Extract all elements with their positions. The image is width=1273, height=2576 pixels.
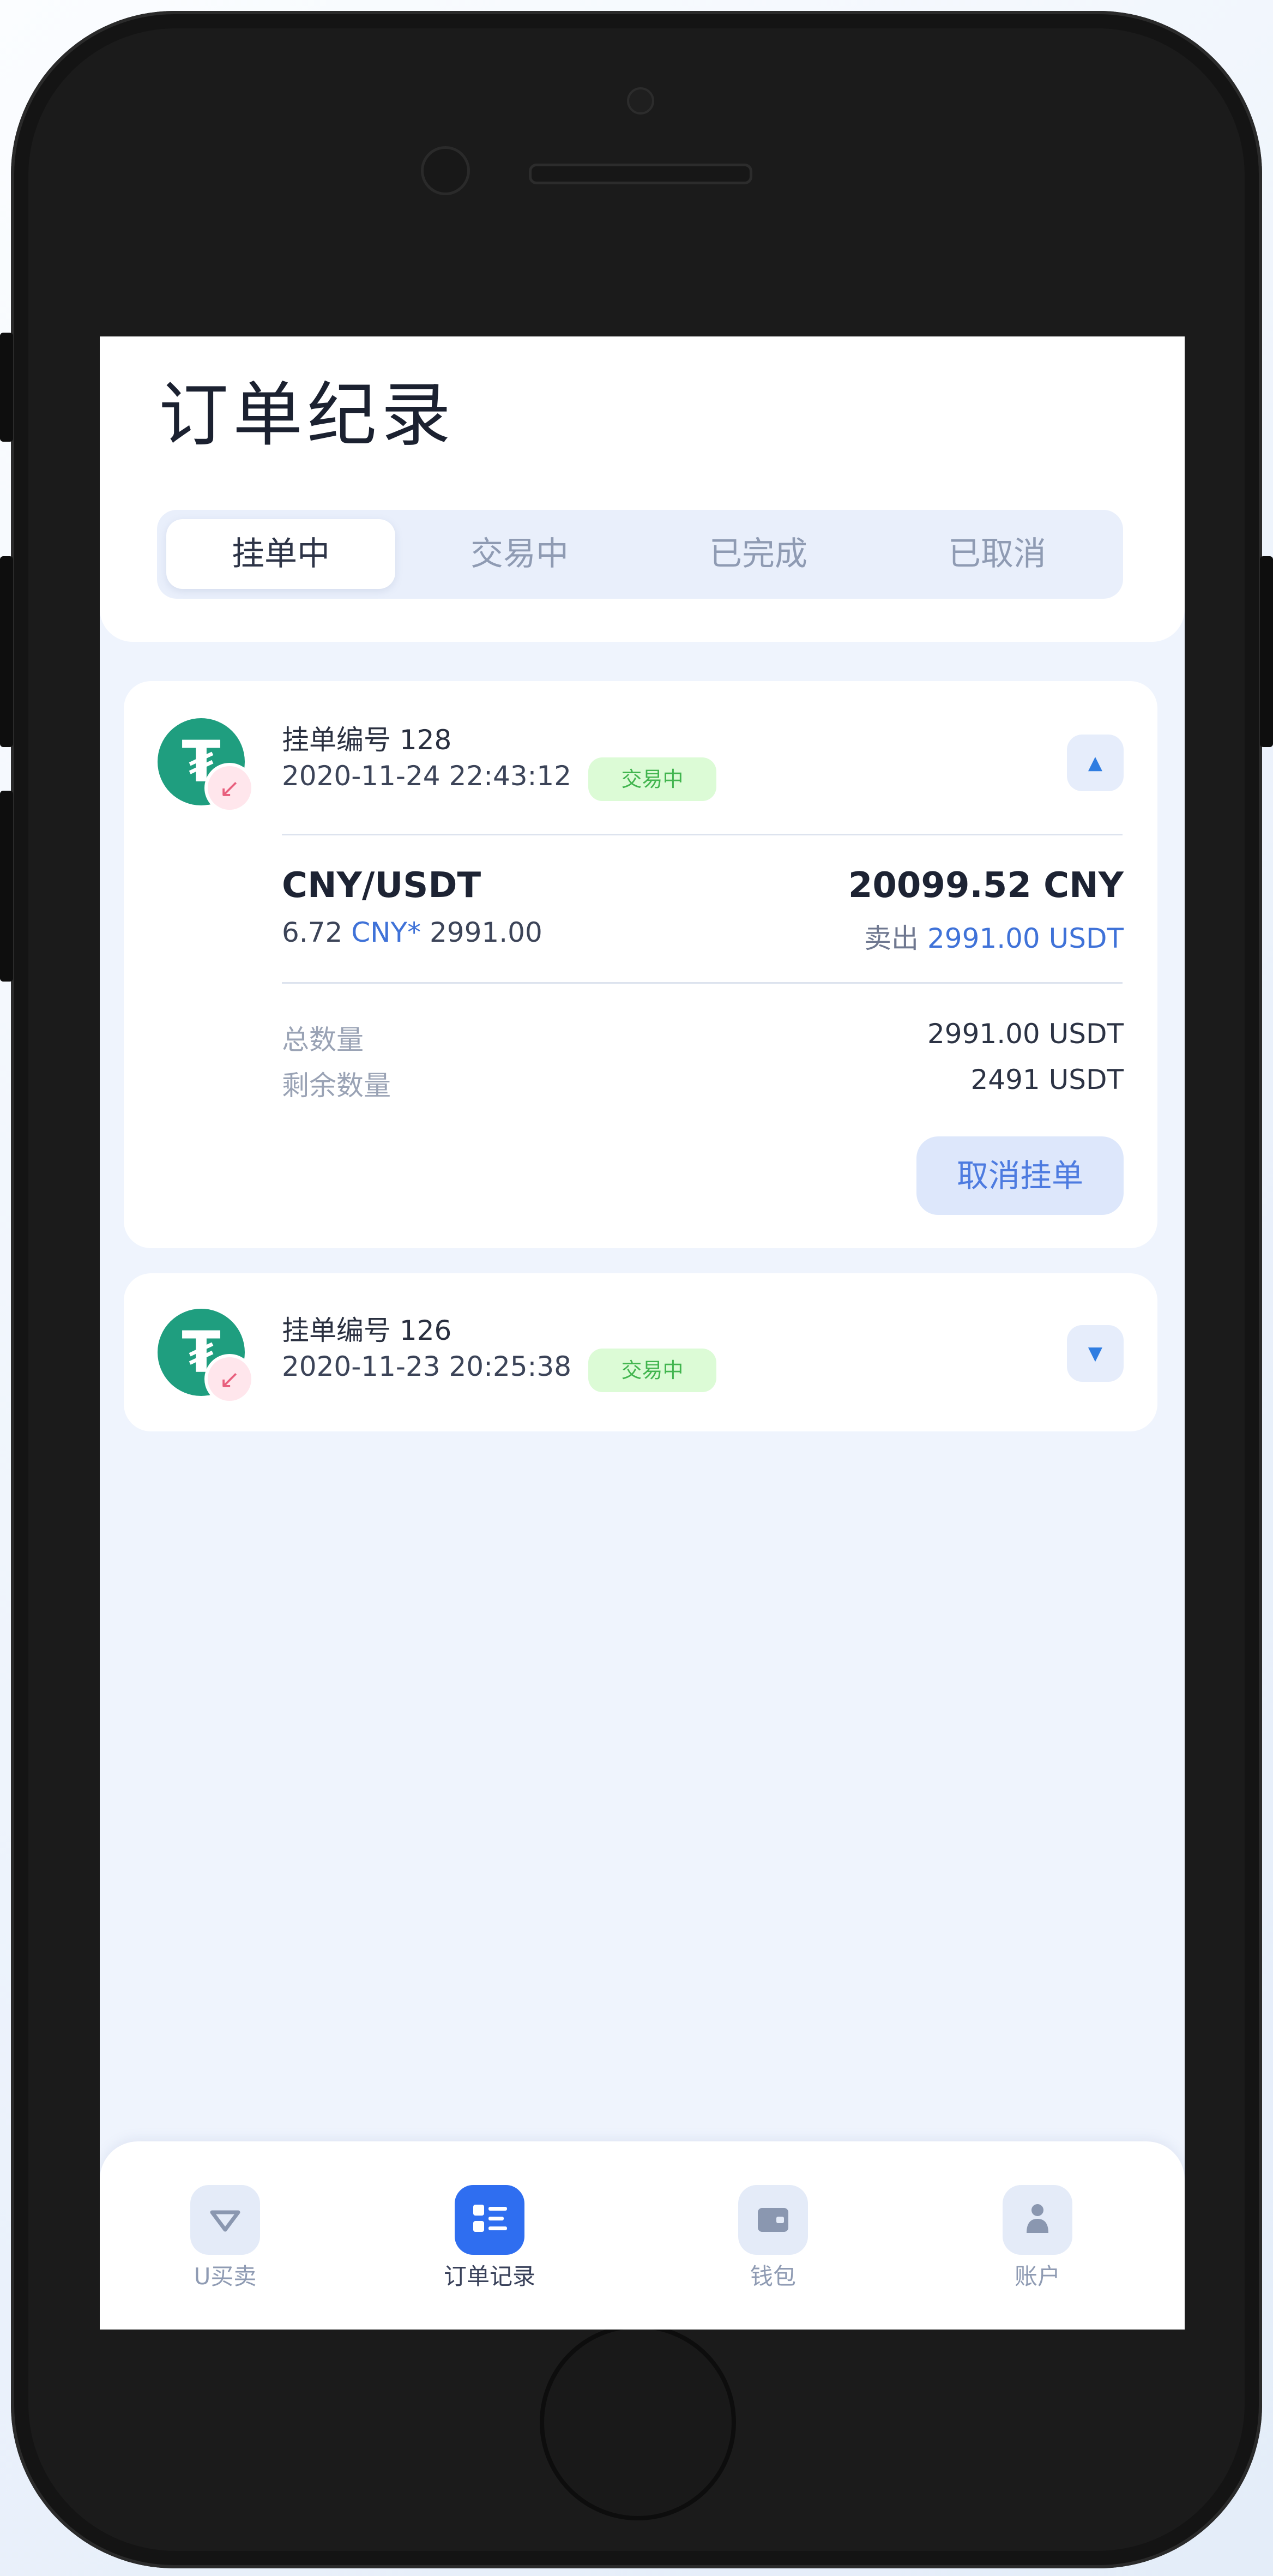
order-status-tabs: 挂单中 交易中 已完成 已取消 xyxy=(157,510,1123,599)
home-button[interactable] xyxy=(540,2324,736,2520)
page-title: 订单纪录 xyxy=(159,375,456,456)
divider xyxy=(282,982,1123,984)
nav-item-account[interactable]: 账户 xyxy=(972,2185,1103,2291)
volume-down-button xyxy=(0,791,13,982)
chevron-up-icon: ▲ xyxy=(1088,752,1103,774)
side-line: 卖出 2991.00 USDT xyxy=(864,917,1124,956)
bottom-nav: U买卖 订单记录 钱包 账户 xyxy=(100,2141,1185,2330)
app-screen: 订单纪录 挂单中 交易中 已完成 已取消 ₮ ↙ 挂单编号 128 2020-1… xyxy=(100,336,1185,2330)
order-number: 挂单编号 128 xyxy=(282,724,452,756)
divider xyxy=(282,834,1123,835)
chevron-down-icon: ▼ xyxy=(1088,1343,1103,1364)
nav-label: 订单记录 xyxy=(443,2263,535,2290)
mute-switch xyxy=(0,333,13,442)
order-card[interactable]: ₮ ↙ 挂单编号 128 2020-11-24 22:43:12 交易中 ▲ C… xyxy=(124,681,1157,1248)
status-badge: 交易中 xyxy=(588,1349,716,1392)
total-quantity-value: 2991.00 USDT xyxy=(927,1018,1124,1050)
user-icon xyxy=(1003,2185,1072,2255)
total-quantity-label: 总数量 xyxy=(282,1024,364,1056)
nav-label: 钱包 xyxy=(750,2263,796,2290)
collapse-toggle[interactable]: ▲ xyxy=(1067,735,1124,791)
rate-prefix: 6.72 xyxy=(282,917,343,948)
page-header: 订单纪录 挂单中 交易中 已完成 已取消 xyxy=(100,336,1185,642)
proximity-sensor xyxy=(421,146,470,195)
rate-currency: CNY* xyxy=(351,917,421,948)
tab-trading[interactable]: 交易中 xyxy=(405,519,634,589)
nav-item-orders[interactable]: 订单记录 xyxy=(424,2185,555,2291)
nav-label: U买卖 xyxy=(194,2263,257,2290)
front-camera xyxy=(627,87,654,115)
side-prefix: 卖出 xyxy=(864,923,919,954)
wallet-icon xyxy=(738,2185,808,2255)
remaining-quantity-label: 剩余数量 xyxy=(282,1070,391,1102)
arrow-down-left-icon: ↙ xyxy=(204,763,255,813)
list-icon xyxy=(455,2185,524,2255)
rate-line: 6.72 CNY* 2991.00 xyxy=(282,917,542,948)
status-badge: 交易中 xyxy=(588,757,716,801)
arrow-down-left-icon: ↙ xyxy=(204,1354,255,1404)
power-button xyxy=(1260,556,1273,747)
nav-item-buy-sell[interactable]: U买卖 xyxy=(160,2185,291,2291)
rate-amount: 2991.00 xyxy=(430,917,542,948)
earpiece-speaker xyxy=(529,164,752,184)
order-card[interactable]: ₮ ↙ 挂单编号 126 2020-11-23 20:25:38 交易中 ▼ xyxy=(124,1273,1157,1431)
order-time: 2020-11-23 20:25:38 xyxy=(282,1351,572,1382)
remaining-quantity-value: 2491 USDT xyxy=(970,1064,1124,1096)
tab-cancelled[interactable]: 已取消 xyxy=(883,519,1112,589)
volume-up-button xyxy=(0,556,13,747)
order-total: 20099.52 CNY xyxy=(848,865,1124,906)
side-amount: 2991.00 USDT xyxy=(927,923,1124,954)
cancel-order-button[interactable]: 取消挂单 xyxy=(916,1136,1124,1215)
order-number: 挂单编号 126 xyxy=(282,1315,452,1346)
order-time: 2020-11-24 22:43:12 xyxy=(282,760,572,792)
expand-toggle[interactable]: ▼ xyxy=(1067,1325,1124,1382)
tab-pending[interactable]: 挂单中 xyxy=(166,519,395,589)
nav-item-wallet[interactable]: 钱包 xyxy=(708,2185,838,2291)
diamond-icon xyxy=(190,2185,260,2255)
trading-pair: CNY/USDT xyxy=(282,865,481,906)
tab-completed[interactable]: 已完成 xyxy=(644,519,873,589)
nav-label: 账户 xyxy=(1014,2263,1060,2290)
